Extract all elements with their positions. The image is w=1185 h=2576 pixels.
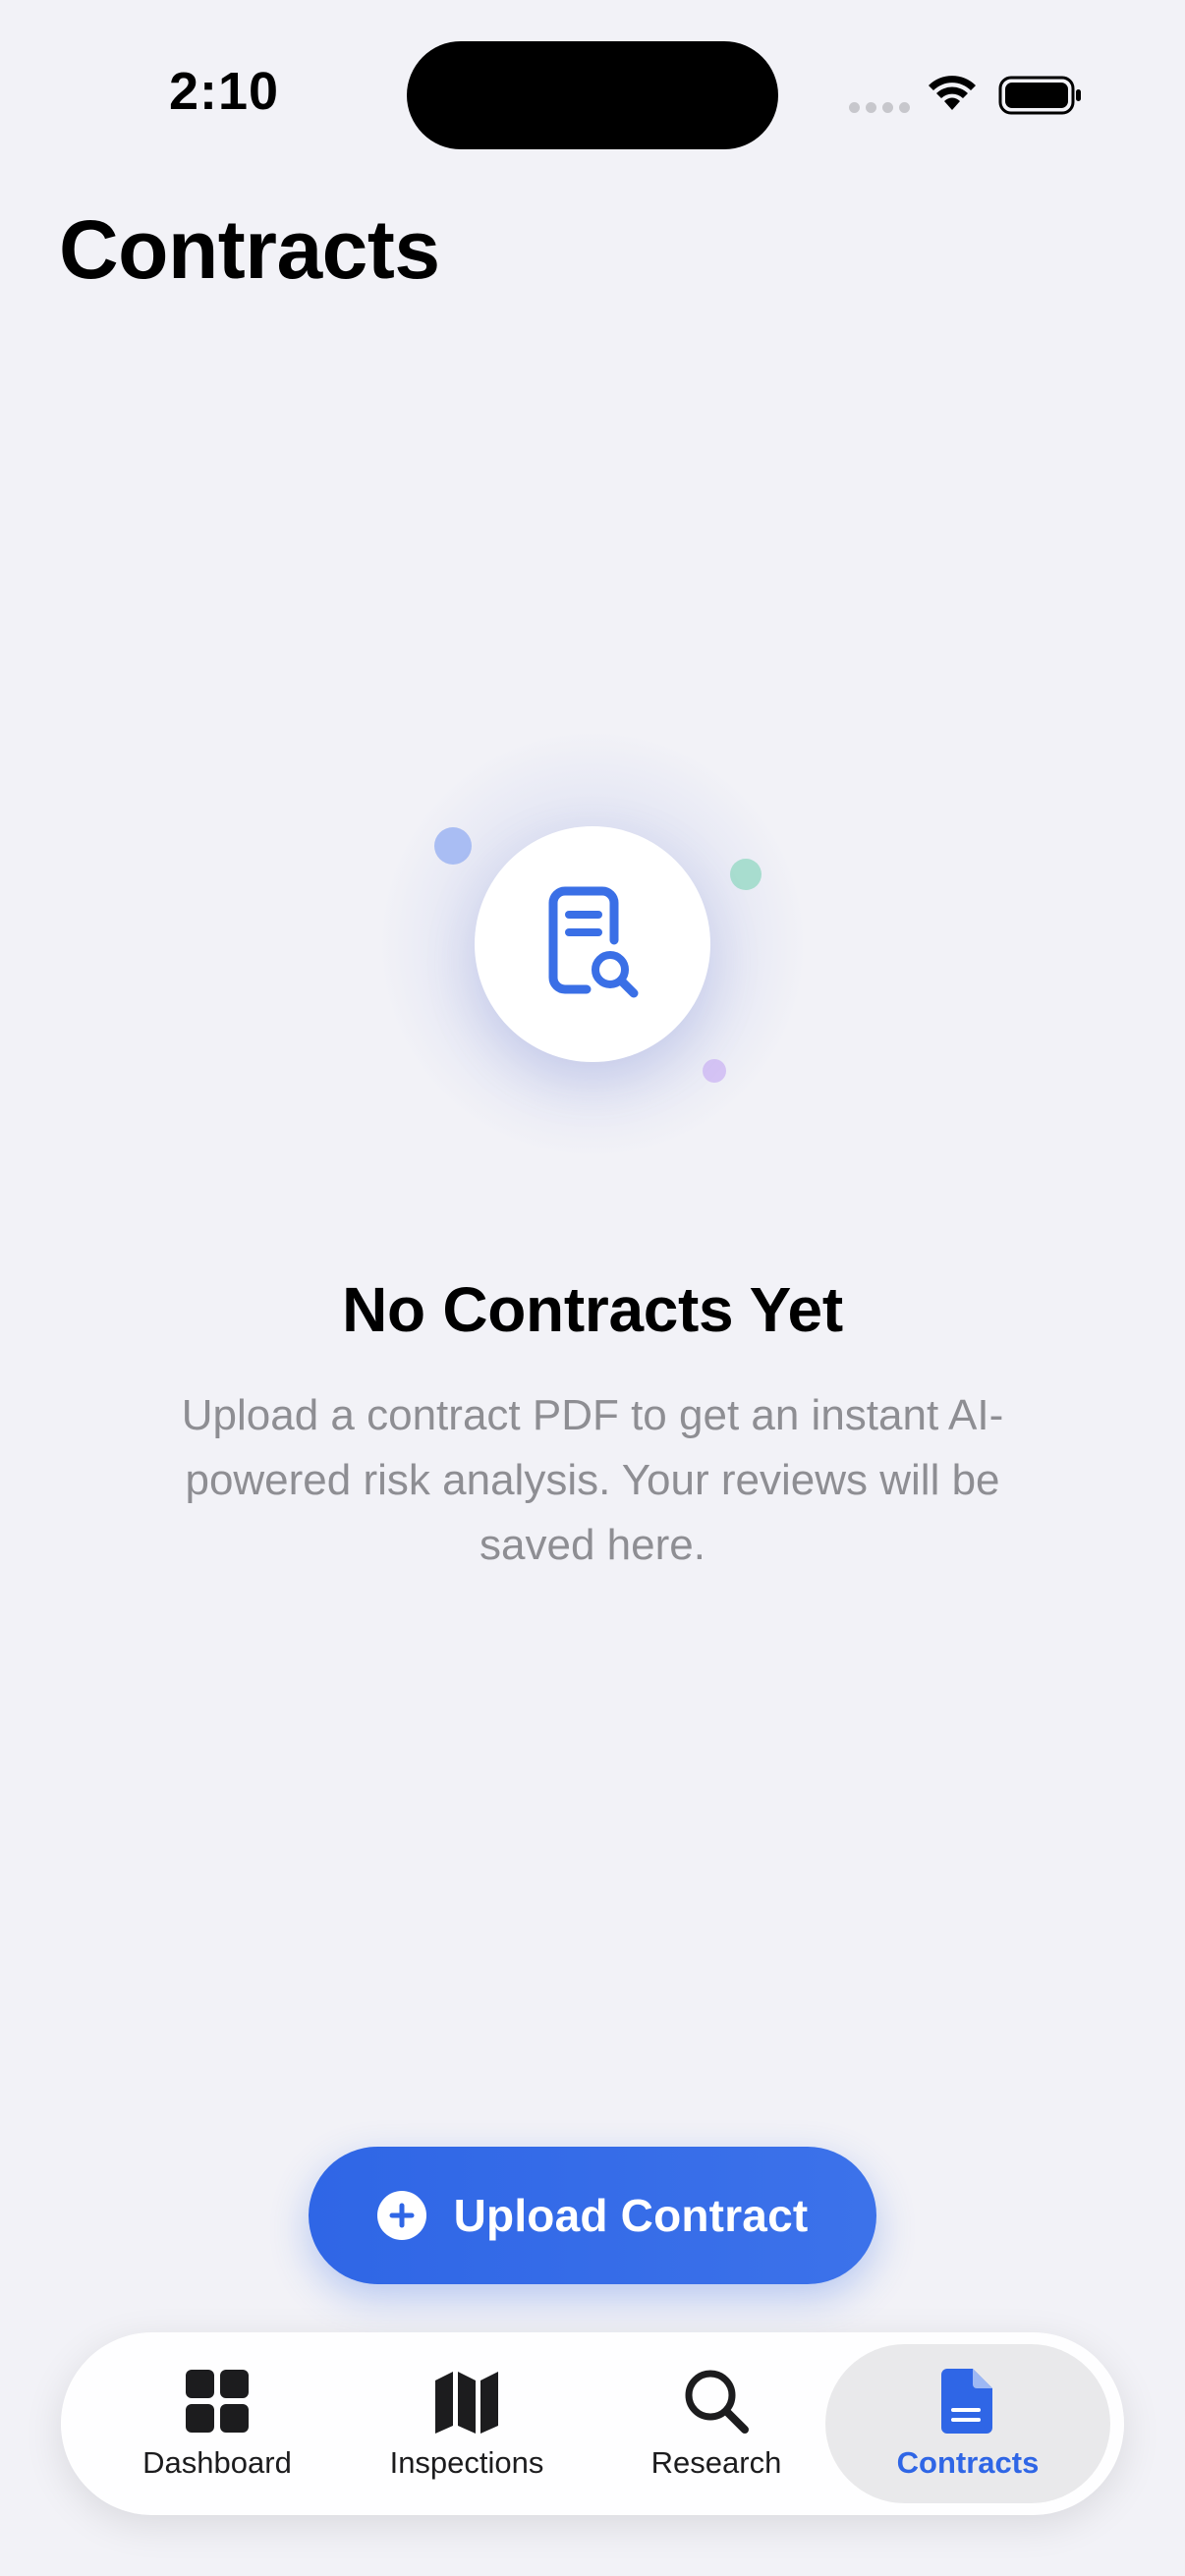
upload-contract-label: Upload Contract bbox=[453, 2190, 809, 2241]
tab-inspections[interactable]: Inspections bbox=[344, 2344, 590, 2503]
battery-icon bbox=[998, 76, 1081, 115]
page-title: Contracts bbox=[59, 203, 440, 296]
cellular-signal-icon bbox=[849, 102, 910, 113]
search-icon bbox=[685, 2370, 749, 2434]
tab-research[interactable]: Research bbox=[593, 2344, 839, 2503]
status-time: 2:10 bbox=[169, 62, 280, 121]
tab-label: Research bbox=[650, 2445, 782, 2480]
dynamic-island bbox=[407, 41, 778, 149]
decorative-dot bbox=[434, 827, 472, 865]
wifi-icon bbox=[929, 76, 976, 110]
map-icon bbox=[435, 2372, 498, 2434]
plus-circle-icon bbox=[376, 2191, 426, 2240]
tab-label: Contracts bbox=[896, 2445, 1040, 2480]
grid-icon bbox=[186, 2370, 249, 2433]
tab-contracts[interactable]: Contracts bbox=[825, 2344, 1110, 2503]
empty-state-message: Upload a contract PDF to get an instant … bbox=[181, 1391, 1004, 1569]
empty-state-title: No Contracts Yet bbox=[342, 1274, 843, 1345]
tab-label: Inspections bbox=[389, 2445, 544, 2480]
document-search-icon bbox=[548, 886, 639, 998]
decorative-dot bbox=[703, 1059, 726, 1083]
tab-label: Dashboard bbox=[142, 2445, 292, 2480]
decorative-dot bbox=[730, 859, 762, 890]
tab-dashboard[interactable]: Dashboard bbox=[94, 2344, 340, 2503]
upload-contract-button[interactable]: Upload Contract bbox=[309, 2147, 876, 2284]
tab-bar: Dashboard Inspections Research Contracts bbox=[61, 2332, 1124, 2515]
document-icon bbox=[941, 2369, 992, 2434]
contracts-screen: 2:10 Contracts No Contracts Yet Upload a… bbox=[0, 0, 1185, 2576]
